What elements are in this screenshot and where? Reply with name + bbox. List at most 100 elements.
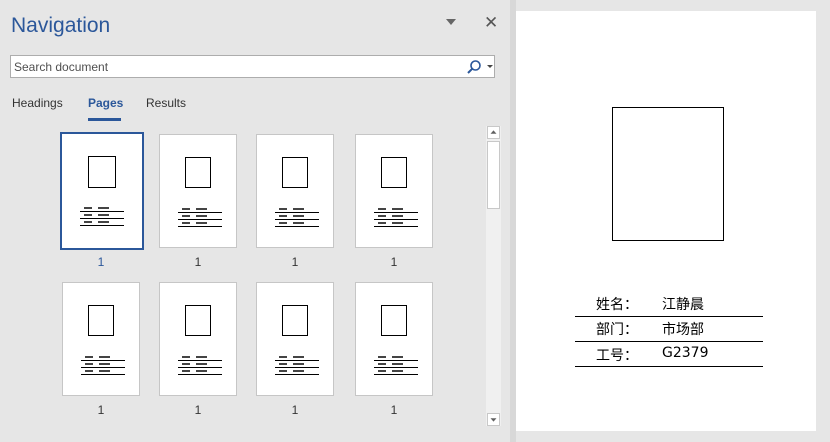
thumbnail-page-number: 1 <box>291 403 299 417</box>
thumbnail-page-number: 1 <box>194 255 202 269</box>
name-label: 姓名： <box>596 297 638 313</box>
thumbnail-divider <box>374 219 418 220</box>
thumbnail-text <box>99 370 110 372</box>
thumbnail-text <box>99 363 110 365</box>
thumbnail-divider <box>178 219 222 220</box>
scrollbar-thumb[interactable] <box>487 141 500 209</box>
thumbnail-text <box>196 363 207 365</box>
thumbnail-text <box>392 222 403 224</box>
thumbnail-divider <box>374 360 418 361</box>
thumbnail-text <box>378 356 386 358</box>
page-thumbnail[interactable] <box>159 134 237 248</box>
thumbnail-page-number: 1 <box>390 403 398 417</box>
search-input[interactable] <box>11 56 454 77</box>
thumbnail-text <box>85 363 93 365</box>
name-value: 江静晨 <box>662 297 704 313</box>
thumbnail-text <box>378 363 386 365</box>
thumbnail-text <box>182 363 190 365</box>
page-thumbnail[interactable] <box>62 282 140 396</box>
thumbnail-photo-box <box>185 157 211 188</box>
thumbnail-divider <box>374 226 418 227</box>
tab-headings[interactable]: Headings <box>12 96 63 110</box>
thumbnail-text <box>392 208 403 210</box>
thumbnail-divider <box>178 212 222 213</box>
thumbnail-text <box>196 208 207 210</box>
scroll-down-icon[interactable] <box>487 413 500 426</box>
photo-placeholder <box>612 107 724 241</box>
tab-results[interactable]: Results <box>146 96 186 110</box>
thumbnail-divider <box>374 374 418 375</box>
thumbnail-photo-box <box>88 305 114 336</box>
search-icon[interactable] <box>466 59 482 75</box>
thumbnail-page-number: 1 <box>390 255 398 269</box>
thumbnail-text <box>293 370 304 372</box>
thumbnail-text <box>293 356 304 358</box>
thumbnail-divider <box>178 367 222 368</box>
thumbnail-photo-box <box>88 156 116 188</box>
thumbnail-divider <box>374 367 418 368</box>
thumbnail-page-number: 1 <box>194 403 202 417</box>
thumbnail-page-number: 1 <box>291 255 299 269</box>
close-icon[interactable]: ✕ <box>484 14 498 32</box>
thumbnail-text <box>378 215 386 217</box>
page-thumbnail[interactable] <box>159 282 237 396</box>
thumbnail-photo-box <box>185 305 211 336</box>
employee-id-label: 工号： <box>596 348 638 364</box>
thumbnail-divider <box>80 211 124 212</box>
thumbnail-text <box>293 215 304 217</box>
thumbnail-text <box>182 370 190 372</box>
page-thumbnail[interactable] <box>256 282 334 396</box>
page-thumbnail[interactable] <box>256 134 334 248</box>
thumbnail-text <box>378 208 386 210</box>
thumbnail-text <box>196 356 207 358</box>
thumbnail-divider <box>275 212 319 213</box>
thumbnail-divider <box>80 218 124 219</box>
thumbnail-text <box>98 207 109 209</box>
thumbnail-text <box>196 370 207 372</box>
chevron-down-icon[interactable] <box>486 60 494 72</box>
thumbnail-text <box>182 222 190 224</box>
thumbnail-text <box>378 222 386 224</box>
thumbnail-text <box>182 208 190 210</box>
thumbnail-text <box>182 356 190 358</box>
thumbnail-text <box>196 215 207 217</box>
thumbnail-divider <box>275 360 319 361</box>
tab-pages[interactable]: Pages <box>88 96 123 110</box>
document-area: 姓名： 江静晨 部门： 市场部 工号： G2379 <box>516 0 830 442</box>
thumbnail-text <box>279 356 287 358</box>
department-value: 市场部 <box>662 322 704 338</box>
thumbnail-divider <box>178 374 222 375</box>
thumbnail-photo-box <box>381 305 407 336</box>
thumbnail-text <box>196 222 207 224</box>
field-divider <box>575 316 763 317</box>
thumbnail-text <box>279 363 287 365</box>
thumbnail-divider <box>374 212 418 213</box>
thumbnail-page-number: 1 <box>97 255 105 269</box>
thumbnail-photo-box <box>381 157 407 188</box>
field-divider <box>575 341 763 342</box>
page-thumbnail[interactable] <box>355 282 433 396</box>
thumbnail-text <box>293 222 304 224</box>
thumbnail-text <box>98 221 109 223</box>
thumbnail-divider <box>275 367 319 368</box>
thumbnail-text <box>85 370 93 372</box>
search-box <box>10 55 495 78</box>
thumbnail-text <box>392 215 403 217</box>
field-divider <box>575 366 763 367</box>
thumbnail-divider <box>275 219 319 220</box>
thumbnail-text <box>98 214 109 216</box>
scroll-up-icon[interactable] <box>487 126 500 139</box>
thumbnail-text <box>84 221 92 223</box>
thumbnail-scrollbar[interactable] <box>486 126 501 426</box>
thumbnail-text <box>99 356 110 358</box>
thumbnail-divider <box>81 367 125 368</box>
thumbnail-divider <box>80 225 124 226</box>
thumbnail-text <box>392 356 403 358</box>
page-thumbnail[interactable] <box>60 132 144 250</box>
document-page: 姓名： 江静晨 部门： 市场部 工号： G2379 <box>516 11 816 431</box>
page-thumbnail[interactable] <box>355 134 433 248</box>
thumbnail-text <box>182 215 190 217</box>
pane-options-icon[interactable] <box>445 16 457 28</box>
active-tab-indicator <box>88 118 121 121</box>
thumbnail-photo-box <box>282 157 308 188</box>
